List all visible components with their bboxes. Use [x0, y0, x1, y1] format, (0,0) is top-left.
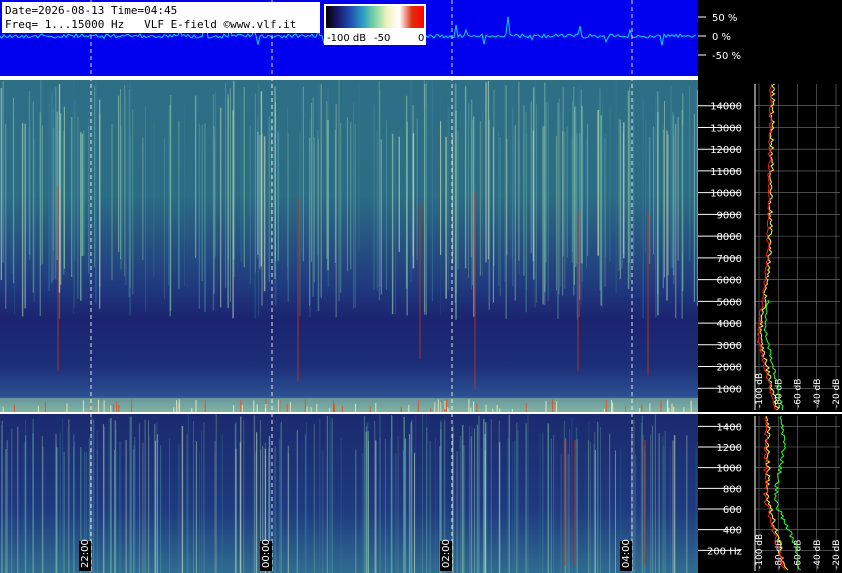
separator-bar — [0, 76, 698, 80]
time-label-group: 22:00 — [79, 539, 91, 571]
colorbar-gradient — [326, 6, 424, 28]
spectrum-db-label: -100 dB — [755, 373, 765, 408]
time-label-group: 04:00 — [620, 539, 632, 571]
freq-tick-label: 1000 — [717, 384, 742, 395]
spectrum-db-label: -20 dB — [832, 379, 842, 408]
freq-tick-label: 8000 — [717, 232, 742, 243]
freq-tick-label: 3000 — [717, 341, 742, 352]
freq-tick-label: 400 — [723, 526, 742, 537]
vlf-spectrogram-display: Date=2026-08-13 Time=04:45 Freq= 1...150… — [0, 0, 842, 573]
waveform-label-zero: 0 % — [712, 32, 731, 43]
waveform-label-plus50: 50 % — [712, 13, 737, 24]
freq-tick-label: 7000 — [717, 254, 742, 265]
freq-tick-label: 10000 — [710, 189, 742, 200]
spectrum-db-label: -20 dB — [832, 540, 842, 569]
colorbar-label-mid: -50 — [374, 33, 390, 44]
header-frequency-info: Freq= 1...15000 Hz VLF E-field ©www.vlf.… — [5, 18, 296, 31]
freq-tick-label: 800 — [723, 484, 742, 495]
freq-tick-label: 13000 — [710, 123, 742, 134]
spectrum-db-label: -40 dB — [813, 379, 823, 408]
freq-tick-label: 5000 — [717, 297, 742, 308]
time-label: 04:00 — [621, 539, 632, 568]
spectrum-db-label: -100 dB — [755, 534, 765, 569]
freq-tick-label: 1400 — [717, 422, 742, 433]
spectrum-db-label: -60 dB — [794, 379, 804, 408]
freq-tick-label: 12000 — [710, 145, 742, 156]
colorbar-label-min: -100 dB — [327, 33, 366, 44]
waveform-label-minus50: -50 % — [712, 51, 741, 62]
freq-tick-label: 9000 — [717, 210, 742, 221]
freq-tick-label: 1200 — [717, 443, 742, 454]
time-label: 22:00 — [80, 539, 91, 568]
spectrogram-figure: Date=2026-08-13 Time=04:45 Freq= 1...150… — [0, 0, 842, 573]
time-label-group: 02:00 — [440, 539, 452, 571]
freq-tick-label: 2000 — [717, 363, 742, 374]
panel-divider — [0, 412, 842, 414]
freq-tick-label: 1000 — [717, 464, 742, 475]
spectrum-db-label: -40 dB — [813, 540, 823, 569]
freq-tick-label: 4000 — [717, 319, 742, 330]
upper-spectrogram-background — [0, 80, 698, 412]
freq-tick-label: 14000 — [710, 102, 742, 113]
colorbar-label-max: 0 — [418, 33, 424, 44]
time-label: 02:00 — [441, 539, 452, 568]
freq-tick-label: 11000 — [710, 167, 742, 178]
upper-low-freq-band — [0, 398, 698, 412]
time-label-group: 00:00 — [260, 539, 272, 571]
spectrum-db-label: -60 dB — [794, 540, 804, 569]
time-label: 00:00 — [261, 539, 272, 568]
freq-tick-label: 600 — [723, 505, 742, 516]
freq-tick-label: 200 Hz — [707, 546, 742, 557]
freq-tick-label: 6000 — [717, 276, 742, 287]
